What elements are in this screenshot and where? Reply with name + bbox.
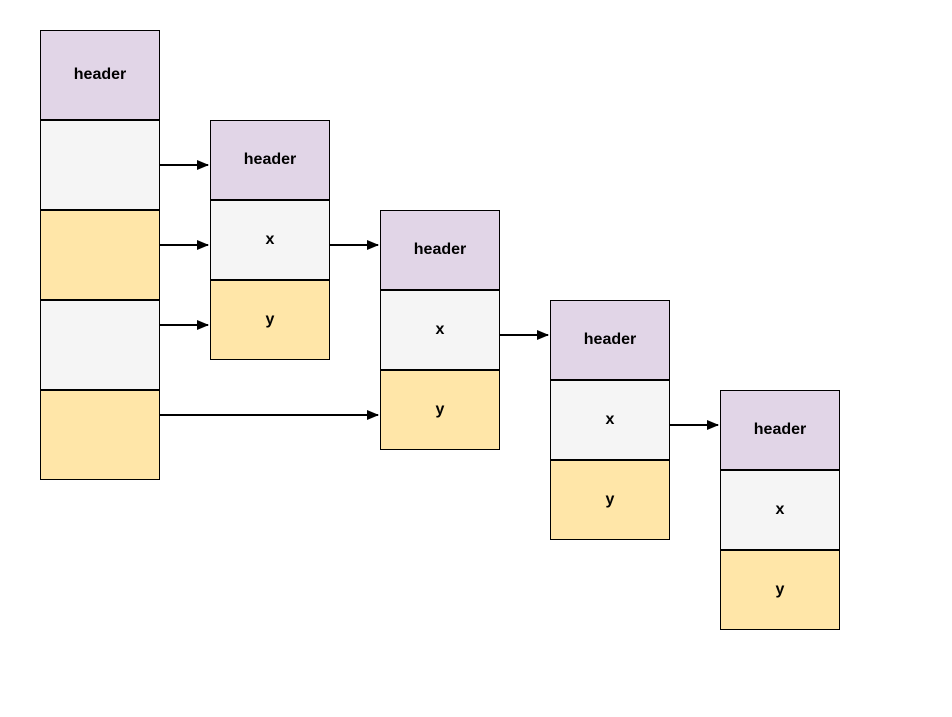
left-col-slot-1 <box>40 120 160 210</box>
cell-label: x <box>266 231 275 249</box>
cell-label: header <box>754 421 806 439</box>
node4-x: x <box>720 470 840 550</box>
left-col-header: header <box>40 30 160 120</box>
cell-label: x <box>606 411 615 429</box>
left-col-slot-2 <box>40 210 160 300</box>
node1-header: header <box>210 120 330 200</box>
cell-label: header <box>74 66 126 84</box>
node3-x: x <box>550 380 670 460</box>
cell-label: header <box>414 241 466 259</box>
node1-x: x <box>210 200 330 280</box>
diagram-canvas: header header x y header x y header x y … <box>0 0 952 717</box>
left-col-slot-4 <box>40 390 160 480</box>
node3-y: y <box>550 460 670 540</box>
node3-header: header <box>550 300 670 380</box>
cell-label: y <box>606 491 615 509</box>
cell-label: x <box>776 501 785 519</box>
cell-label: x <box>436 321 445 339</box>
cell-label: y <box>776 581 785 599</box>
node2-x: x <box>380 290 500 370</box>
cell-label: header <box>244 151 296 169</box>
node2-y: y <box>380 370 500 450</box>
cell-label: y <box>436 401 445 419</box>
left-col-slot-3 <box>40 300 160 390</box>
node2-header: header <box>380 210 500 290</box>
cell-label: y <box>266 311 275 329</box>
node1-y: y <box>210 280 330 360</box>
node4-header: header <box>720 390 840 470</box>
node4-y: y <box>720 550 840 630</box>
cell-label: header <box>584 331 636 349</box>
